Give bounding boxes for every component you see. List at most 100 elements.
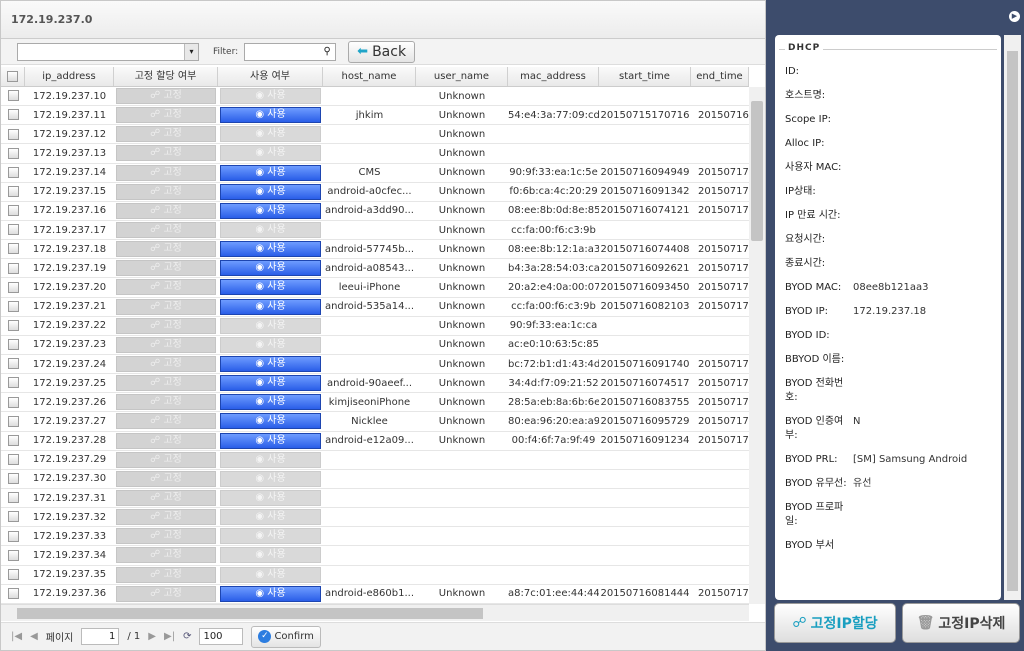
table-row[interactable]: 172.19.237.36 ☍ 고정 ◉ 사용 android-e860b1... Un… (1, 585, 749, 604)
fixed-toggle-button[interactable]: ☍ 고정 (116, 107, 216, 124)
table-row[interactable]: 172.19.237.12 ☍ 고정 ◉ 사용 Unknown (1, 125, 749, 145)
fixed-toggle-button[interactable]: ☍ 고정 (116, 432, 216, 449)
row-checkbox[interactable] (7, 205, 19, 217)
used-toggle-button[interactable]: ◉ 사용 (220, 470, 321, 487)
refresh-icon[interactable]: ⟳ (183, 631, 191, 642)
last-page-icon[interactable]: ▶| (164, 631, 175, 642)
col-host-name[interactable]: host_name (323, 67, 416, 86)
used-toggle-button[interactable]: ◉ 사용 (220, 126, 321, 143)
row-checkbox[interactable] (7, 511, 19, 523)
fixed-toggle-button[interactable]: ☍ 고정 (116, 145, 216, 162)
used-toggle-button[interactable]: ◉ 사용 (220, 88, 321, 105)
fixed-toggle-button[interactable]: ☍ 고정 (116, 317, 216, 334)
table-row[interactable]: 172.19.237.19 ☍ 고정 ◉ 사용 android-a08543... Un… (1, 259, 749, 279)
fixed-toggle-button[interactable]: ☍ 고정 (116, 547, 216, 564)
table-row[interactable]: 172.19.237.15 ☍ 고정 ◉ 사용 android-a0cfec... Un… (1, 183, 749, 202)
fixed-toggle-button[interactable]: ☍ 고정 (116, 375, 216, 392)
row-checkbox[interactable] (7, 147, 19, 159)
fixed-toggle-button[interactable]: ☍ 고정 (116, 490, 216, 507)
fixed-toggle-button[interactable]: ☍ 고정 (116, 394, 216, 411)
first-page-icon[interactable]: |◀ (11, 631, 22, 642)
row-checkbox[interactable] (7, 530, 19, 542)
row-checkbox[interactable] (7, 128, 19, 140)
row-checkbox[interactable] (7, 166, 19, 178)
filter-input[interactable]: ⚲ (244, 42, 337, 61)
row-checkbox[interactable] (7, 243, 19, 255)
scroll-thumb[interactable] (1007, 51, 1018, 591)
row-checkbox[interactable] (7, 396, 19, 408)
used-toggle-button[interactable]: ◉ 사용 (220, 394, 321, 411)
vertical-scrollbar[interactable] (749, 87, 765, 604)
search-icon[interactable]: ⚲ (320, 45, 334, 59)
row-checkbox[interactable] (7, 434, 19, 446)
col-ip-address[interactable]: ip_address (25, 67, 114, 86)
row-checkbox[interactable] (7, 453, 19, 465)
used-toggle-button[interactable]: ◉ 사용 (220, 317, 321, 334)
fixed-toggle-button[interactable]: ☍ 고정 (116, 279, 216, 296)
table-row[interactable]: 172.19.237.11 ☍ 고정 ◉ 사용 jhkim Unknown 54:e4:3… (1, 106, 749, 126)
used-toggle-button[interactable]: ◉ 사용 (220, 298, 321, 315)
fixed-toggle-button[interactable]: ☍ 고정 (116, 509, 216, 526)
fixed-toggle-button[interactable]: ☍ 고정 (116, 260, 216, 277)
row-checkbox[interactable] (7, 186, 19, 198)
table-row[interactable]: 172.19.237.23 ☍ 고정 ◉ 사용 Unknown ac:e0:10:63:… (1, 336, 749, 355)
used-toggle-button[interactable]: ◉ 사용 (220, 375, 321, 392)
fixed-toggle-button[interactable]: ☍ 고정 (116, 298, 216, 315)
col-user-name[interactable]: user_name (416, 67, 508, 86)
fixed-toggle-button[interactable]: ☍ 고정 (116, 413, 216, 430)
table-row[interactable]: 172.19.237.34 ☍ 고정 ◉ 사용 (1, 546, 749, 566)
back-button[interactable]: ⬅ Back (348, 40, 416, 63)
table-row[interactable]: 172.19.237.21 ☍ 고정 ◉ 사용 android-535a14... Un… (1, 298, 749, 317)
used-toggle-button[interactable]: ◉ 사용 (220, 145, 321, 162)
row-checkbox[interactable] (7, 377, 19, 389)
row-checkbox[interactable] (7, 281, 19, 293)
fixed-toggle-button[interactable]: ☍ 고정 (116, 88, 216, 105)
table-row[interactable]: 172.19.237.13 ☍ 고정 ◉ 사용 Unknown (1, 144, 749, 164)
fixed-toggle-button[interactable]: ☍ 고정 (116, 566, 216, 583)
row-checkbox[interactable] (7, 358, 19, 370)
used-toggle-button[interactable]: ◉ 사용 (220, 547, 321, 564)
table-row[interactable]: 172.19.237.32 ☍ 고정 ◉ 사용 (1, 508, 749, 528)
row-checkbox[interactable] (7, 90, 19, 102)
used-toggle-button[interactable]: ◉ 사용 (220, 279, 321, 296)
table-row[interactable]: 172.19.237.35 ☍ 고정 ◉ 사용 (1, 566, 749, 585)
table-row[interactable]: 172.19.237.14 ☍ 고정 ◉ 사용 CMS Unknown 90:9f:33:… (1, 164, 749, 183)
used-toggle-button[interactable]: ◉ 사용 (220, 432, 321, 449)
used-toggle-button[interactable]: ◉ 사용 (220, 260, 321, 277)
scroll-thumb[interactable] (751, 101, 763, 241)
table-row[interactable]: 172.19.237.16 ☍ 고정 ◉ 사용 android-a3dd90... Un… (1, 202, 749, 221)
row-checkbox[interactable] (7, 415, 19, 427)
used-toggle-button[interactable]: ◉ 사용 (220, 490, 321, 507)
table-row[interactable]: 172.19.237.29 ☍ 고정 ◉ 사용 (1, 451, 749, 470)
row-checkbox[interactable] (7, 587, 19, 599)
fixed-toggle-button[interactable]: ☍ 고정 (116, 241, 216, 258)
row-checkbox[interactable] (7, 473, 19, 485)
horizontal-scrollbar[interactable] (1, 604, 749, 621)
fixed-toggle-button[interactable]: ☍ 고정 (116, 126, 216, 143)
table-row[interactable]: 172.19.237.17 ☍ 고정 ◉ 사용 Unknown cc:fa:00:f6:… (1, 221, 749, 241)
row-checkbox[interactable] (7, 492, 19, 504)
table-row[interactable]: 172.19.237.18 ☍ 고정 ◉ 사용 android-57745b... Un… (1, 240, 749, 260)
used-toggle-button[interactable]: ◉ 사용 (220, 528, 321, 545)
table-row[interactable]: 172.19.237.10 ☍ 고정 ◉ 사용 Unknown (1, 87, 749, 107)
page-input[interactable]: 1 (81, 628, 120, 645)
table-row[interactable]: 172.19.237.26 ☍ 고정 ◉ 사용 kimjiseoniPhone Unkn… (1, 393, 749, 413)
used-toggle-button[interactable]: ◉ 사용 (220, 509, 321, 526)
row-checkbox[interactable] (7, 300, 19, 312)
delete-fixed-ip-button[interactable]: 🗑 고정IP삭제 (902, 603, 1020, 643)
prev-page-icon[interactable]: ◀ (30, 631, 38, 642)
used-toggle-button[interactable]: ◉ 사용 (220, 241, 321, 258)
row-checkbox[interactable] (7, 549, 19, 561)
used-toggle-button[interactable]: ◉ 사용 (220, 566, 321, 583)
used-toggle-button[interactable]: ◉ 사용 (220, 183, 321, 200)
table-row[interactable]: 172.19.237.33 ☍ 고정 ◉ 사용 (1, 527, 749, 547)
used-toggle-button[interactable]: ◉ 사용 (220, 164, 321, 181)
col-end-time[interactable]: end_time (691, 67, 749, 86)
col-start-time[interactable]: start_time (599, 67, 691, 86)
table-row[interactable]: 172.19.237.20 ☍ 고정 ◉ 사용 leeui-iPhone Unknown… (1, 278, 749, 298)
detail-scrollbar[interactable] (1004, 35, 1021, 600)
table-row[interactable]: 172.19.237.30 ☍ 고정 ◉ 사용 (1, 470, 749, 489)
scope-select[interactable]: ▾ (17, 42, 199, 61)
confirm-button[interactable]: ✓ Confirm (251, 625, 321, 648)
used-toggle-button[interactable]: ◉ 사용 (220, 356, 321, 373)
